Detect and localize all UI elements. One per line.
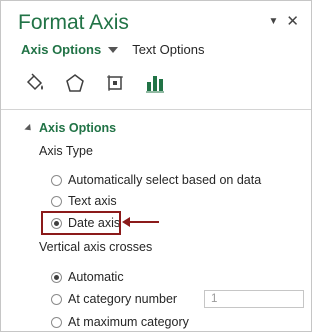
radio-button[interactable] [51, 174, 62, 186]
radio-label: Automatic [68, 270, 124, 284]
radio-crosses-category-number[interactable]: At category number [51, 292, 177, 306]
category-icon-row [23, 71, 167, 95]
dropdown-caret-icon[interactable]: ▼ [269, 16, 279, 27]
radio-text-axis[interactable]: Text axis [51, 194, 117, 208]
date-axis-highlight-box [41, 211, 121, 235]
radio-button[interactable] [51, 271, 62, 283]
radio-automatic-select[interactable]: Automatically select based on data [51, 173, 261, 187]
options-tabs: Axis Options Text Options [21, 42, 204, 57]
section-title: Axis Options [39, 121, 117, 135]
radio-crosses-max-category[interactable]: At maximum category [51, 315, 189, 329]
radio-button[interactable] [51, 316, 62, 328]
radio-label: At category number [68, 292, 178, 306]
vertical-axis-crosses-label: Vertical axis crosses [39, 240, 153, 254]
close-icon[interactable]: ✕ [286, 14, 299, 29]
axis-options-bar-icon[interactable] [143, 71, 167, 95]
effects-pentagon-icon[interactable] [63, 71, 87, 95]
fill-line-icon[interactable] [23, 71, 47, 95]
radio-label: Automatically select based on data [68, 173, 262, 187]
collapse-triangle-icon[interactable] [24, 123, 34, 133]
radio-button[interactable] [51, 195, 62, 207]
tab-text-options[interactable]: Text Options [132, 42, 204, 57]
category-number-input[interactable]: 1 [204, 290, 304, 308]
radio-crosses-automatic[interactable]: Automatic [51, 270, 124, 284]
radio-label: At maximum category [68, 315, 189, 329]
radio-label: Text axis [68, 194, 117, 208]
annotation-arrow [122, 217, 159, 227]
pane-header-controls: ▼ ✕ [269, 14, 299, 29]
pane-title: Format Axis [18, 11, 129, 34]
tab-axis-options[interactable]: Axis Options [21, 42, 101, 57]
axis-options-section-header[interactable]: Axis Options [24, 121, 117, 135]
header-divider [1, 109, 311, 110]
format-axis-pane: Format Axis ▼ ✕ Axis Options Text Option… [0, 0, 312, 332]
radio-button[interactable] [51, 293, 62, 305]
size-properties-icon[interactable] [103, 71, 127, 95]
axis-type-label: Axis Type [39, 144, 93, 158]
axis-options-dropdown-icon[interactable] [108, 46, 119, 53]
